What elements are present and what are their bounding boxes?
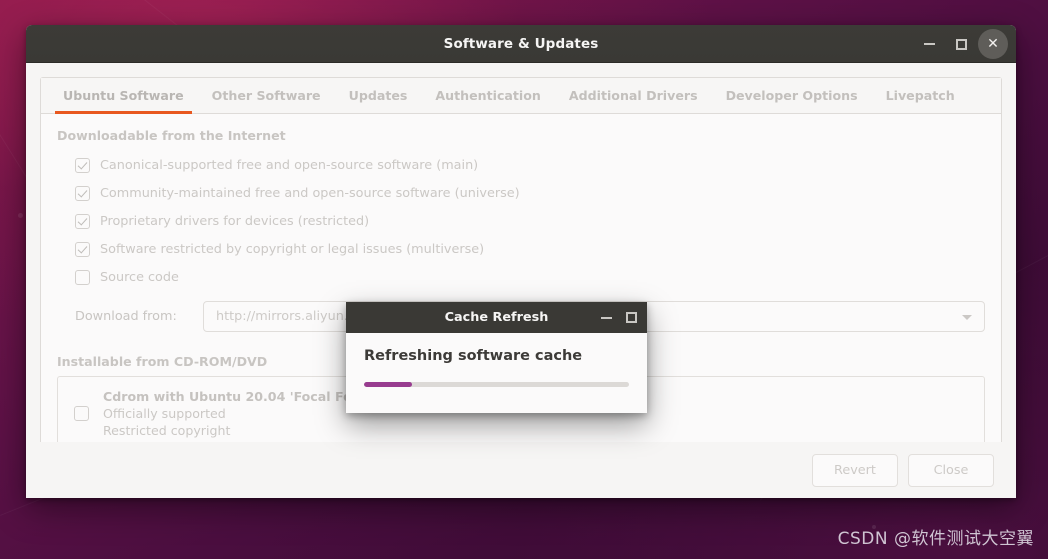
progress-bar-fill — [364, 382, 412, 387]
checkbox-main[interactable] — [75, 157, 90, 173]
tab-developer-options[interactable]: Developer Options — [712, 78, 872, 113]
minimize-icon — [601, 316, 612, 319]
tab-label: Authentication — [435, 88, 541, 103]
tab-authentication[interactable]: Authentication — [421, 78, 554, 113]
cdrom-line-2: Officially supported — [103, 405, 226, 421]
dialog-titlebar: Cache Refresh — [346, 302, 647, 333]
close-button-footer[interactable]: Close — [908, 453, 994, 487]
cache-refresh-dialog: Cache Refresh Refreshing software cache — [346, 302, 647, 413]
window-content: Ubuntu Software Other Software Updates A… — [26, 63, 1016, 498]
close-button-label: Close — [933, 462, 969, 478]
minimize-button[interactable] — [914, 29, 944, 59]
cdrom-line-1: Cdrom with Ubuntu 20.04 'Focal Fossa' — [103, 388, 380, 404]
checkbox-cdrom[interactable] — [74, 405, 89, 421]
tab-label: Updates — [348, 88, 408, 103]
cdrom-text: Cdrom with Ubuntu 20.04 'Focal Fossa' Of… — [103, 388, 379, 439]
checkbox-label: Proprietary drivers for devices (restric… — [100, 213, 370, 229]
progress-bar — [364, 382, 629, 387]
maximize-button[interactable] — [946, 29, 976, 59]
checkbox-source-code[interactable] — [75, 269, 90, 285]
tab-label: Ubuntu Software — [63, 88, 184, 103]
tab-label: Additional Drivers — [568, 88, 698, 103]
close-button[interactable]: ✕ — [978, 29, 1008, 59]
checkbox-label: Community-maintained free and open-sourc… — [100, 185, 520, 201]
dialog-title: Cache Refresh — [444, 310, 549, 325]
internet-section-title: Downloadable from the Internet — [57, 128, 286, 143]
window-controls: ✕ — [914, 25, 1008, 63]
tab-livepatch[interactable]: Livepatch — [872, 78, 969, 113]
maximize-icon — [626, 312, 637, 323]
tab-label: Livepatch — [885, 88, 955, 103]
checkbox-restricted[interactable] — [75, 213, 90, 229]
checkbox-row-multiverse[interactable]: Software restricted by copyright or lega… — [57, 235, 985, 263]
checkbox-universe[interactable] — [75, 185, 90, 201]
background-dot — [18, 213, 23, 218]
tab-strip: Ubuntu Software Other Software Updates A… — [41, 78, 1001, 114]
tab-label: Other Software — [211, 88, 321, 103]
chevron-down-icon — [962, 314, 972, 320]
close-icon: ✕ — [987, 36, 999, 52]
checkbox-row-source-code[interactable]: Source code — [57, 263, 985, 291]
minimize-icon — [923, 43, 935, 45]
checkbox-row-main[interactable]: Canonical-supported free and open-source… — [57, 151, 985, 179]
maximize-icon — [955, 38, 967, 50]
checkbox-label: Canonical-supported free and open-source… — [100, 157, 479, 173]
tab-additional-drivers[interactable]: Additional Drivers — [555, 78, 712, 113]
checkbox-label: Source code — [100, 269, 179, 285]
tab-ubuntu-software[interactable]: Ubuntu Software — [49, 78, 198, 114]
window-title: Software & Updates — [443, 35, 599, 52]
dialog-body: Refreshing software cache — [346, 333, 647, 387]
window-titlebar: Software & Updates ✕ — [26, 25, 1016, 63]
revert-button-label: Revert — [834, 462, 876, 478]
download-from-label: Download from: — [75, 309, 177, 324]
checkbox-row-restricted[interactable]: Proprietary drivers for devices (restric… — [57, 207, 985, 235]
tab-updates[interactable]: Updates — [335, 78, 422, 113]
tab-label: Developer Options — [725, 88, 858, 103]
notebook: Ubuntu Software Other Software Updates A… — [40, 77, 1002, 480]
checkbox-multiverse[interactable] — [75, 241, 90, 257]
dialog-message: Refreshing software cache — [364, 348, 583, 364]
cdrom-line-3: Restricted copyright — [103, 422, 231, 438]
checkbox-label: Software restricted by copyright or lega… — [100, 241, 485, 257]
desktop-background: Software & Updates ✕ Ubuntu Software Oth… — [0, 0, 1048, 559]
dialog-window-controls — [601, 302, 637, 333]
software-updates-window: Software & Updates ✕ Ubuntu Software Oth… — [26, 25, 1016, 498]
checkbox-row-universe[interactable]: Community-maintained free and open-sourc… — [57, 179, 985, 207]
watermark: CSDN @软件测试大空翼 — [837, 529, 1034, 549]
tab-other-software[interactable]: Other Software — [198, 78, 335, 113]
window-footer: Revert Close — [26, 442, 1016, 498]
dialog-maximize-button[interactable] — [626, 312, 637, 323]
revert-button[interactable]: Revert — [812, 453, 898, 487]
dialog-minimize-button[interactable] — [601, 316, 612, 319]
